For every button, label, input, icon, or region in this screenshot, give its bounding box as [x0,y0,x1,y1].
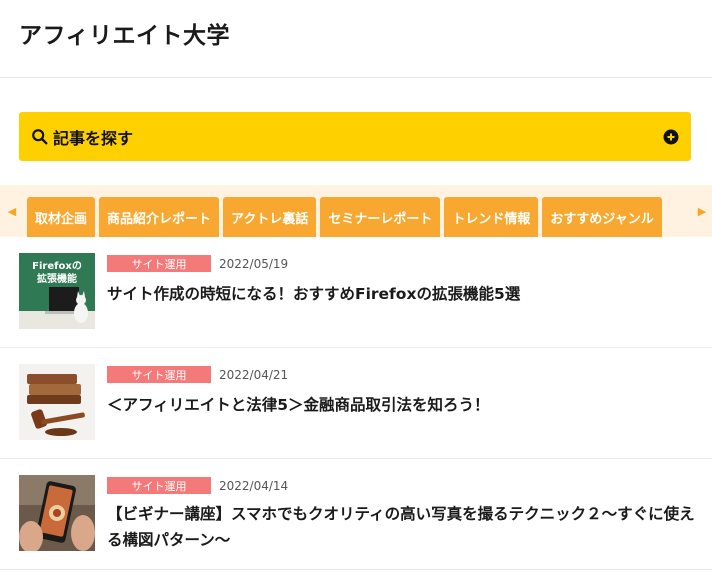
smartphone-photo-image [19,475,95,551]
tab-trend-info[interactable]: トレンド情報 [444,197,539,237]
tab-actre-story[interactable]: アクトレ裏話 [223,197,317,237]
article-title[interactable]: ＜アフィリエイトと法律5＞金融商品取引法を知ろう！ [107,392,697,418]
category-tabs: ◀ 取材企画 商品紹介レポート アクトレ裏話 セミナーレポート トレンド情報 お… [0,185,712,237]
article-list: Firefoxの 拡張機能 サイト運用 2022/05/19 サイト作成の時短に… [0,237,712,570]
chevron-left-icon[interactable]: ◀ [2,185,22,237]
article-item: サイト運用 2022/04/21 ＜アフィリエイトと法律5＞金融商品取引法を知ろ… [0,348,712,459]
gavel-books-image [19,364,95,440]
tab-seminar-report[interactable]: セミナーレポート [320,197,441,237]
thumb-text-line1: Firefoxの [32,261,82,272]
article-title[interactable]: サイト作成の時短になる！おすすめFirefoxの拡張機能5選 [107,281,697,307]
category-badge[interactable]: サイト運用 [107,255,211,272]
article-date: 2022/04/21 [219,367,289,382]
category-badge[interactable]: サイト運用 [107,366,211,383]
tab-recommended-genre[interactable]: おすすめジャンル [542,197,662,237]
article-thumbnail-law[interactable] [19,364,95,440]
site-header: アフィリエイト大学 [0,0,712,78]
article-meta: サイト運用 2022/04/14 [107,477,288,494]
article-item: Firefoxの 拡張機能 サイト運用 2022/05/19 サイト作成の時短に… [0,237,712,348]
article-thumbnail-smartphone[interactable] [19,475,95,551]
chevron-right-icon[interactable]: ▶ [692,185,712,237]
tab-interview[interactable]: 取材企画 [27,197,96,237]
article-date: 2022/05/19 [219,256,289,271]
article-thumbnail-firefox[interactable]: Firefoxの 拡張機能 [19,253,95,329]
search-icon [32,128,48,144]
search-toggle-button[interactable]: 記事を探す [19,112,691,161]
site-title[interactable]: アフィリエイト大学 [19,16,230,50]
tab-list: 取材企画 商品紹介レポート アクトレ裏話 セミナーレポート トレンド情報 おすす… [27,197,662,237]
article-date: 2022/04/14 [219,478,289,493]
article-item: サイト運用 2022/04/14 【ビギナー講座】スマホでもクオリティの高い写真… [0,459,712,570]
tab-product-report[interactable]: 商品紹介レポート [99,197,220,237]
laptop-cat-image: Firefoxの 拡張機能 [19,253,95,329]
article-meta: サイト運用 2022/05/19 [107,255,288,272]
category-badge[interactable]: サイト運用 [107,477,211,494]
article-title[interactable]: 【ビギナー講座】スマホでもクオリティの高い写真を撮るテクニック２～すぐに使える構… [107,501,697,553]
thumb-text-line2: 拡張機能 [37,272,77,285]
search-label: 記事を探す [53,128,134,148]
plus-circle-icon [663,129,679,144]
article-meta: サイト運用 2022/04/21 [107,366,288,383]
